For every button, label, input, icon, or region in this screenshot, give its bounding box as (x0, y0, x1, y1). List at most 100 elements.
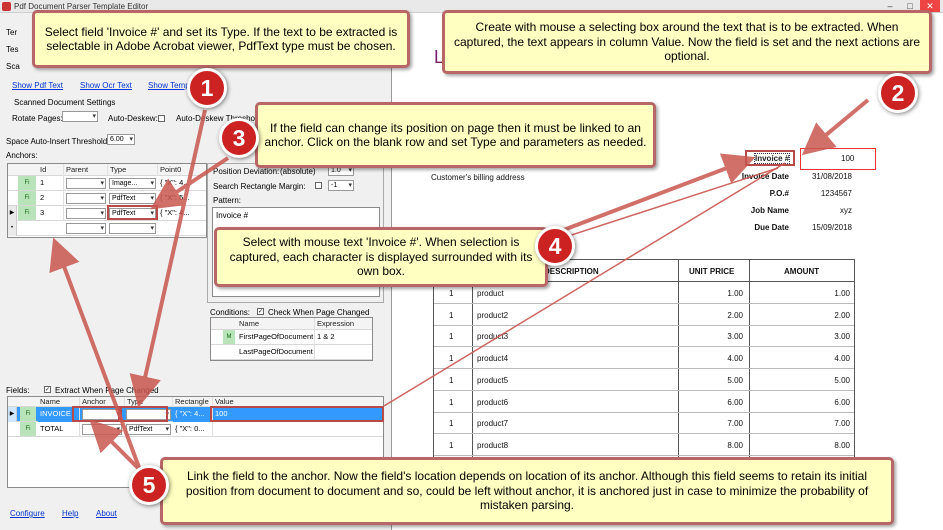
item-row: 1 product8 8.00 8.00 (434, 434, 854, 456)
anchor-point[interactable]: { "X": 4... (158, 176, 206, 191)
search-margin-checkbox[interactable] (315, 182, 322, 189)
item-row: 1 product3 3.00 3.00 (434, 325, 854, 348)
configure-link[interactable]: Configure (10, 509, 45, 518)
field-value[interactable] (213, 422, 383, 437)
item-row: 1 product2 2.00 2.00 (434, 304, 854, 326)
anchor-row-marker: Fi (18, 206, 36, 220)
anchor-row-marker: Fi (18, 176, 36, 190)
search-margin-input[interactable]: -1 (328, 180, 354, 191)
due-date-value: 15/09/2018 (811, 223, 852, 232)
anchor-id[interactable]: 1 (38, 176, 64, 191)
field-type-highlight (120, 406, 168, 422)
callout-select-field-type: Select field 'Invoice #' and set its Typ… (32, 10, 410, 68)
item-desc: product2 (477, 310, 509, 320)
item-amount: 4.00 (834, 354, 850, 364)
field-rectangle[interactable]: { "X": 0... (173, 422, 213, 437)
field-row-marker: Fi (20, 407, 36, 421)
app-icon (2, 2, 11, 11)
condition-name[interactable]: FirstPageOfDocument (237, 330, 315, 345)
anchors-label: Anchors: (6, 151, 38, 160)
item-unit: 7.00 (727, 419, 743, 429)
job-name-value: xyz (840, 206, 852, 215)
help-link[interactable]: Help (62, 509, 78, 518)
item-amount: 3.00 (834, 332, 850, 342)
item-unit: 6.00 (727, 397, 743, 407)
condition-expression[interactable] (315, 345, 372, 360)
invoice-label-highlight (745, 150, 795, 166)
invoice-date-label: Invoice Date (741, 172, 789, 181)
callout-link-to-anchor: If the field can change its position on … (255, 102, 656, 168)
field-type-select[interactable]: PdfText (126, 424, 171, 435)
item-desc: product5 (477, 375, 509, 385)
anchor-parent-select[interactable] (66, 223, 106, 234)
item-unit: 3.00 (727, 332, 743, 342)
condition-name[interactable]: LastPageOfDocument (237, 345, 315, 360)
item-qty: 1 (449, 332, 454, 342)
condition-expression[interactable]: 1 & 2 (315, 330, 372, 345)
auto-deskew-label: Auto-Deskew: (108, 114, 158, 123)
anchor-parent-select[interactable] (66, 208, 106, 219)
items-col-unit-price: UNIT PRICE (689, 267, 735, 276)
condition-row[interactable]: M FirstPageOfDocument 1 & 2 (211, 330, 372, 345)
conditions-col-expression: Expression (315, 318, 372, 330)
item-row: 1 product7 7.00 7.00 (434, 412, 854, 435)
item-amount: 7.00 (834, 419, 850, 429)
item-qty: 1 (449, 397, 454, 407)
anchor-id[interactable]: 3 (38, 206, 64, 221)
item-row: 1 product4 4.00 4.00 (434, 347, 854, 370)
item-amount: 5.00 (834, 375, 850, 385)
anchors-grid[interactable]: Id Parent Type Point0 Fi 1 Image... { "X… (7, 163, 207, 238)
search-margin-label: Search Rectangle Margin: (213, 182, 306, 191)
field-row[interactable]: Fi TOTAL PdfText { "X": 0... (8, 422, 383, 437)
anchor-type-select[interactable]: Image... (109, 178, 156, 189)
anchor-new-row[interactable]: • (8, 221, 206, 236)
items-col-description: DESCRIPTION (544, 267, 599, 276)
item-qty: 1 (449, 440, 454, 450)
anchor-id[interactable]: 2 (38, 191, 64, 206)
field-name[interactable]: TOTAL (38, 422, 80, 437)
job-name-label: Job Name (750, 206, 789, 215)
show-ocr-text-link[interactable]: Show Ocr Text (80, 81, 132, 90)
condition-row[interactable]: LastPageOfDocument (211, 345, 372, 360)
field-anchor-select[interactable] (82, 424, 122, 435)
field-rectangle[interactable]: { "X": 4... (173, 407, 213, 422)
anchor-point[interactable]: { "X": 4... (158, 206, 206, 221)
anchor-row[interactable]: Fi 1 Image... { "X": 4... (8, 176, 206, 191)
conditions-header-row: Name Expression (211, 318, 372, 330)
item-unit: 1.00 (727, 289, 743, 298)
callout-select-invoice-text: Select with mouse text 'Invoice #'. When… (214, 227, 548, 287)
extract-when-page-changed-checkbox[interactable]: ✓ (44, 386, 51, 393)
anchors-col-point0: Point0 (158, 164, 206, 176)
auto-deskew-checkbox[interactable] (158, 115, 165, 122)
anchor-type-select[interactable]: PdfText (109, 193, 156, 204)
item-amount: 1.00 (834, 289, 850, 298)
conditions-label: Conditions: (210, 308, 251, 317)
about-link[interactable]: About (96, 509, 117, 518)
rotate-pages-select[interactable] (62, 111, 98, 122)
item-amount: 2.00 (834, 310, 850, 320)
pattern-value: Invoice # (216, 211, 249, 220)
invoice-number-value: 100 (841, 154, 855, 163)
anchor-parent-select[interactable] (66, 193, 106, 204)
show-pdf-text-link[interactable]: Show Pdf Text (12, 81, 63, 90)
test-label: Tes (6, 45, 19, 54)
conditions-grid[interactable]: Name Expression M FirstPageOfDocument 1 … (210, 317, 373, 361)
conditions-col-name: Name (237, 318, 315, 330)
anchor-row[interactable]: Fi 2 PdfText { "X": 5... (8, 191, 206, 206)
item-desc: product (477, 289, 504, 298)
anchor-point[interactable]: { "X": 5... (158, 191, 206, 206)
check-when-page-changed-checkbox[interactable]: ✓ (257, 308, 264, 315)
space-threshold-input[interactable]: 6.00 (107, 134, 135, 145)
item-qty: 1 (449, 310, 454, 320)
anchor-type-select[interactable] (109, 223, 156, 234)
invoice-value-capture-box[interactable]: 100 (800, 148, 876, 170)
field-anchor-highlight (72, 406, 120, 422)
item-unit: 4.00 (727, 354, 743, 364)
show-template-link[interactable]: Show Temp (148, 81, 190, 90)
anchor-parent-select[interactable] (66, 178, 106, 189)
anchors-col-id: Id (38, 164, 64, 176)
item-qty: 1 (449, 419, 454, 429)
due-date-label: Due Date (754, 223, 789, 232)
invoice-date-value: 31/08/2018 (811, 172, 852, 181)
item-desc: product7 (477, 419, 509, 429)
